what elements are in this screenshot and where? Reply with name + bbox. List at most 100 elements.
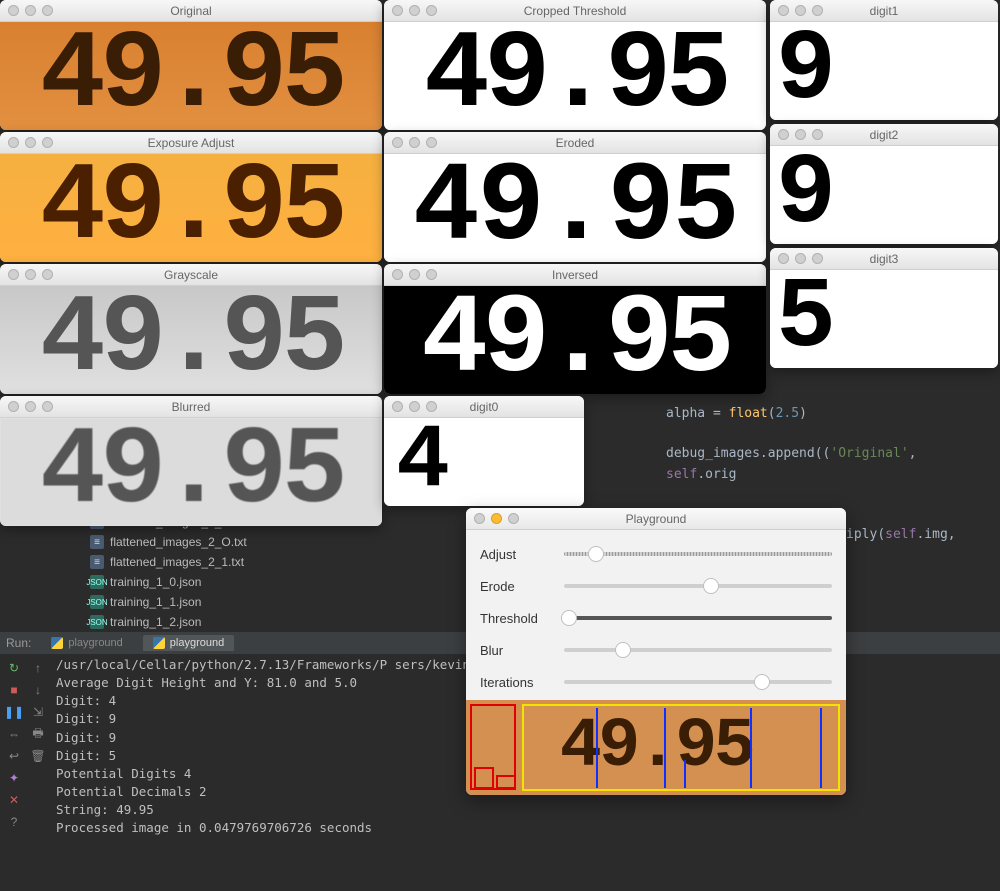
slider-label: Adjust — [480, 547, 552, 562]
slider-thumb[interactable] — [561, 610, 577, 626]
window-title: Blurred — [0, 400, 382, 414]
image-exposure: 49.95 — [0, 154, 382, 262]
detect-line-blue — [664, 708, 666, 788]
console-line: String: 49.95 — [56, 801, 994, 819]
run-label: Run: — [6, 636, 31, 650]
slider-blur[interactable]: Blur — [480, 634, 832, 666]
editor-line: debug_images.append(('Original', self.or… — [666, 444, 994, 484]
pause-icon[interactable]: ❚❚ — [4, 702, 24, 722]
link-icon[interactable]: ⇔ — [4, 724, 24, 744]
slider-label: Iterations — [480, 675, 552, 690]
window-title: Grayscale — [0, 268, 382, 282]
stop-icon[interactable]: ■ — [4, 680, 24, 700]
tree-item[interactable]: JSON training_1_2.json — [90, 612, 247, 632]
image-digit1: 9 — [770, 22, 998, 120]
json-file-icon: JSON — [90, 615, 104, 629]
tree-item-label: training_1_2.json — [110, 615, 201, 629]
detect-line-blue — [820, 708, 822, 788]
project-tree[interactable]: ≡flattened_images_1_4.txt ≡flattened_ima… — [90, 512, 247, 632]
run-tab-inactive[interactable]: playground — [41, 635, 132, 651]
slider-thumb[interactable] — [588, 546, 604, 562]
editor-line — [666, 424, 994, 444]
console-line: Processed image in 0.0479769706726 secon… — [56, 819, 994, 837]
window-digit3[interactable]: digit3 5 — [770, 248, 998, 368]
run-gutter: ↻↑ ■↓ ❚❚⇲ ⇔🖶 ↩🗑 ✦ ✕ ? — [0, 656, 52, 834]
window-digit2[interactable]: digit2 9 — [770, 124, 998, 244]
tree-item[interactable]: ≡ flattened_images_2_1.txt — [90, 552, 247, 572]
image-digit0: 4 — [384, 418, 584, 506]
detect-line-blue — [750, 708, 752, 788]
detect-box-red — [496, 775, 516, 789]
slider-label: Blur — [480, 643, 552, 658]
slider-threshold[interactable]: Threshold — [480, 602, 832, 634]
tree-item[interactable]: ≡ flattened_images_2_O.txt — [90, 532, 247, 552]
traffic-lights[interactable] — [8, 5, 53, 16]
slider-adjust[interactable]: Adjust — [480, 538, 832, 570]
rerun-icon[interactable]: ↻ — [4, 658, 24, 678]
tree-item-label: flattened_images_2_O.txt — [110, 535, 247, 549]
playground-panel[interactable]: Playground Adjust Erode Threshold Blur I… — [466, 508, 846, 795]
down-icon[interactable]: ↓ — [28, 680, 48, 700]
window-eroded[interactable]: Eroded 49.95 — [384, 132, 766, 262]
titlebar[interactable]: Original — [0, 0, 382, 22]
settings-icon[interactable]: ✦ — [4, 768, 24, 788]
text-file-icon: ≡ — [90, 555, 104, 569]
tree-item[interactable]: JSONtraining_1_1.json — [90, 592, 247, 612]
titlebar[interactable]: Playground — [466, 508, 846, 530]
close-icon[interactable]: ✕ — [4, 790, 24, 810]
playground-preview: 49.95 — [466, 700, 846, 795]
json-file-icon: JSON — [90, 575, 104, 589]
print-icon[interactable]: 🖶 — [28, 724, 48, 744]
tree-item[interactable]: JSON training_1_0.json — [90, 572, 247, 592]
window-blurred[interactable]: Blurred 49.95 — [0, 396, 382, 526]
slider-thumb[interactable] — [615, 642, 631, 658]
window-title: Eroded — [384, 136, 766, 150]
traffic-lights[interactable] — [474, 513, 519, 524]
slider-track[interactable] — [564, 552, 832, 556]
tree-item-label: training_1_0.json — [110, 575, 201, 589]
window-grayscale[interactable]: Grayscale 49.95 — [0, 264, 382, 394]
image-grayscale: 49.95 — [0, 286, 382, 394]
run-tab-active[interactable]: playground — [143, 635, 234, 651]
slider-erode[interactable]: Erode — [480, 570, 832, 602]
python-icon — [153, 637, 165, 649]
editor-line: alpha = float(2.5) — [666, 404, 994, 424]
image-original: 49.95 — [0, 22, 382, 130]
wrap-icon[interactable]: ↩ — [4, 746, 24, 766]
window-exposure[interactable]: Exposure Adjust 49.95 — [0, 132, 382, 262]
image-threshold: 49.95 — [384, 22, 766, 130]
python-icon — [51, 637, 63, 649]
text-file-icon: ≡ — [90, 535, 104, 549]
slider-track[interactable] — [564, 584, 832, 588]
slider-track[interactable] — [564, 616, 832, 620]
detect-box-red — [474, 767, 494, 789]
window-title: Original — [0, 4, 382, 18]
slider-thumb[interactable] — [754, 674, 770, 690]
slider-thumb[interactable] — [703, 578, 719, 594]
window-title: Exposure Adjust — [0, 136, 382, 150]
slider-iterations[interactable]: Iterations — [480, 666, 832, 698]
trash-icon[interactable]: 🗑 — [28, 746, 48, 766]
panel-title: Playground — [466, 512, 846, 526]
window-title: Inversed — [384, 268, 766, 282]
slider-label: Erode — [480, 579, 552, 594]
window-inversed[interactable]: Inversed 49.95 — [384, 264, 766, 394]
window-digit0[interactable]: digit0 4 — [384, 396, 584, 506]
slider-group: Adjust Erode Threshold Blur Iterations — [466, 530, 846, 700]
export-icon[interactable]: ⇲ — [28, 702, 48, 722]
tree-item-label: flattened_images_2_1.txt — [110, 555, 244, 569]
tree-item-label: training_1_1.json — [110, 595, 201, 609]
slider-track[interactable] — [564, 648, 832, 652]
slider-track[interactable] — [564, 680, 832, 684]
help-icon[interactable]: ? — [4, 812, 24, 832]
window-digit1[interactable]: digit1 9 — [770, 0, 998, 120]
window-title: Cropped Threshold — [384, 4, 766, 18]
window-original[interactable]: Original 49.95 — [0, 0, 382, 130]
up-icon[interactable]: ↑ — [28, 658, 48, 678]
editor-line — [666, 485, 994, 505]
detect-box-yellow — [522, 704, 840, 791]
image-inversed: 49.95 — [384, 286, 766, 394]
detect-line-blue — [596, 708, 598, 788]
image-digit2: 9 — [770, 146, 998, 244]
window-threshold[interactable]: Cropped Threshold 49.95 — [384, 0, 766, 130]
